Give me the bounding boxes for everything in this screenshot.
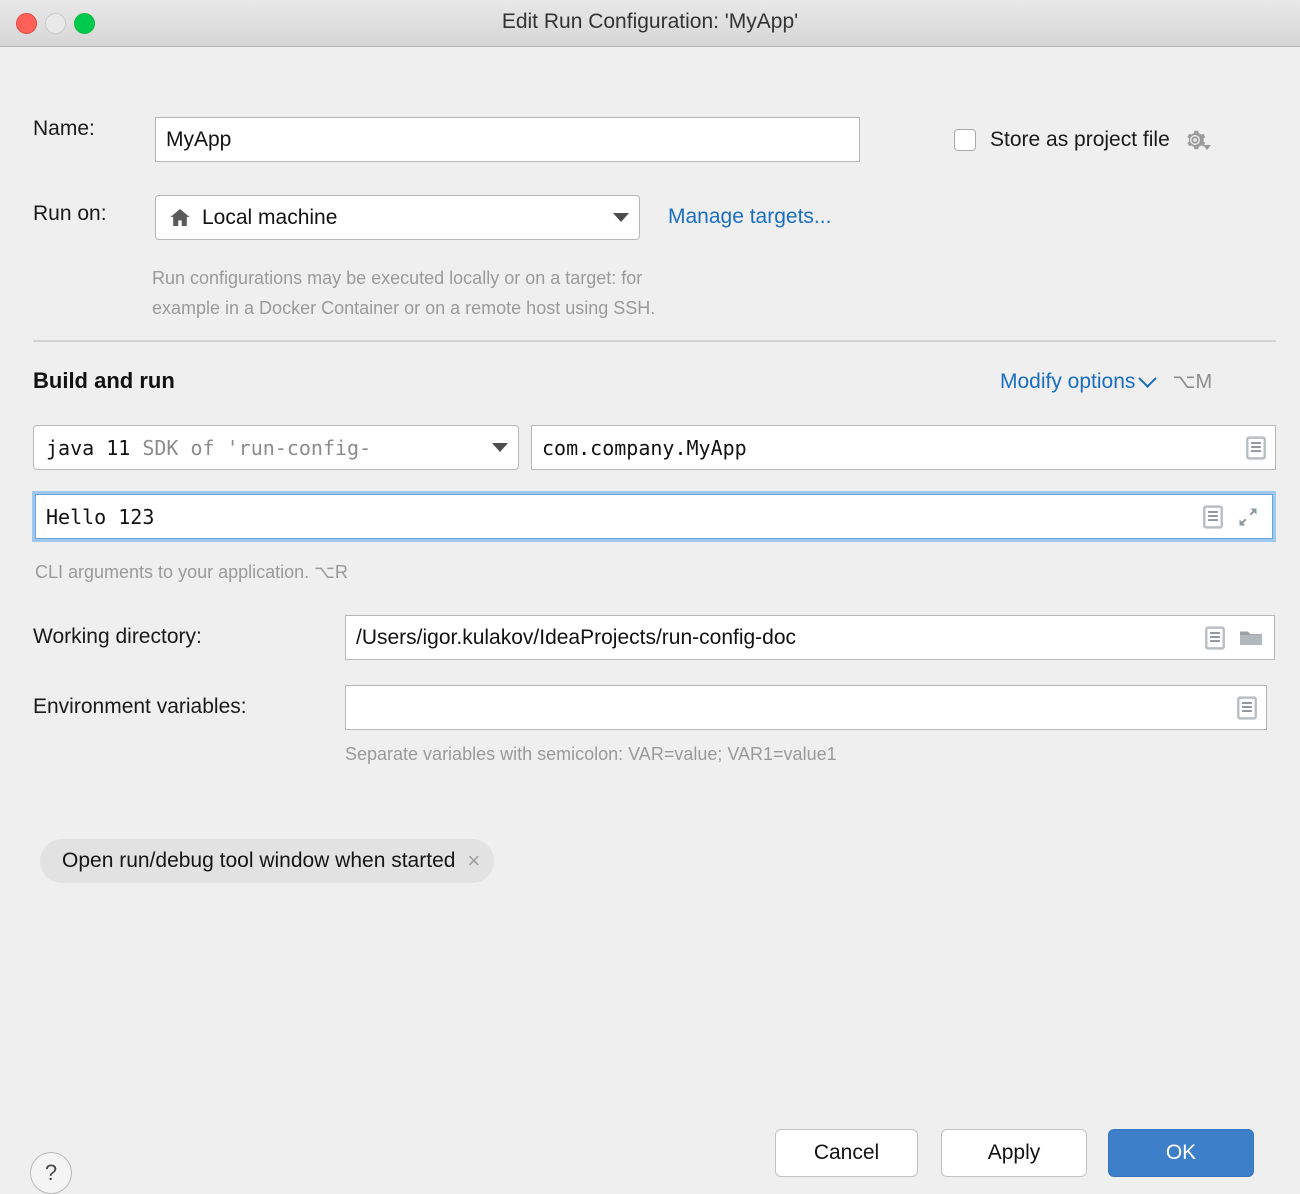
store-as-project-file-checkbox[interactable] [954, 129, 976, 151]
list-browse-icon[interactable] [1236, 695, 1258, 720]
working-directory-value: /Users/igor.kulakov/IdeaProjects/run-con… [356, 625, 797, 649]
run-on-value: Local machine [202, 205, 338, 229]
run-on-combobox[interactable]: Local machine [155, 195, 640, 240]
name-input-value: MyApp [166, 127, 232, 151]
run-on-description-line2: example in a Docker Container or on a re… [152, 298, 656, 318]
store-as-project-file-row[interactable]: Store as project file [954, 127, 1211, 153]
name-row: Name: [33, 117, 95, 141]
window-titlebar: Edit Run Configuration: 'MyApp' [0, 0, 1300, 47]
run-on-description-line1: Run configurations may be executed local… [152, 268, 643, 288]
modify-options-row: Modify options ⌥M [1000, 369, 1212, 394]
ok-button[interactable]: OK [1108, 1129, 1254, 1177]
open-run-debug-tool-window-label: Open run/debug tool window when started [62, 849, 456, 872]
jre-sdk-source: SDK of 'run-config- [142, 435, 372, 460]
window-title: Edit Run Configuration: 'MyApp' [501, 10, 799, 33]
main-class-input[interactable]: com.company.MyApp [531, 425, 1276, 470]
program-arguments-value: Hello 123 [46, 504, 155, 529]
cancel-button[interactable]: Cancel [775, 1129, 918, 1177]
name-label: Name: [33, 117, 95, 140]
working-directory-row: Working directory: [33, 625, 202, 649]
help-button[interactable]: ? [30, 1152, 72, 1194]
program-arguments-hint: CLI arguments to your application. ⌥R [35, 562, 348, 582]
close-icon[interactable]: × [467, 850, 480, 872]
run-on-row: Run on: [33, 202, 107, 226]
home-icon [168, 206, 192, 230]
chevron-down-icon[interactable] [492, 443, 508, 452]
modify-options-link[interactable]: Modify options [1000, 370, 1135, 394]
main-class-value: com.company.MyApp [542, 435, 747, 460]
store-as-project-file-label: Store as project file [990, 128, 1170, 151]
list-browse-icon[interactable] [1245, 435, 1267, 460]
expand-diagonal-icon[interactable] [1236, 505, 1260, 529]
environment-variables-hint: Separate variables with semicolon: VAR=v… [345, 744, 837, 764]
manage-targets-link[interactable]: Manage targets... [668, 205, 831, 229]
list-browse-icon[interactable] [1202, 504, 1224, 529]
environment-variables-input[interactable] [345, 685, 1267, 730]
gear-icon[interactable] [1182, 127, 1211, 153]
jre-combobox[interactable]: java 11 SDK of 'run-config- [33, 425, 519, 470]
dialog-body: Name: MyApp Store as project file Run on… [0, 47, 1300, 1194]
folder-icon[interactable] [1238, 626, 1264, 650]
program-arguments-input[interactable]: Hello 123 [35, 494, 1273, 539]
modify-options-shortcut: ⌥M [1172, 371, 1213, 393]
environment-variables-label: Environment variables: [33, 695, 247, 718]
chevron-down-icon[interactable] [613, 213, 629, 222]
run-on-label: Run on: [33, 202, 107, 225]
list-browse-icon[interactable] [1204, 625, 1226, 650]
working-directory-input[interactable]: /Users/igor.kulakov/IdeaProjects/run-con… [345, 615, 1275, 660]
jre-value: java 11 [46, 435, 131, 460]
chevron-down-icon[interactable] [1138, 369, 1158, 388]
open-run-debug-tool-window-tag[interactable]: Open run/debug tool window when started … [40, 839, 495, 883]
apply-button[interactable]: Apply [941, 1129, 1087, 1177]
build-and-run-title: Build and run [33, 368, 175, 393]
environment-variables-row: Environment variables: [33, 695, 247, 719]
section-separator [33, 340, 1276, 342]
working-directory-label: Working directory: [33, 625, 202, 648]
name-input[interactable]: MyApp [155, 117, 860, 162]
